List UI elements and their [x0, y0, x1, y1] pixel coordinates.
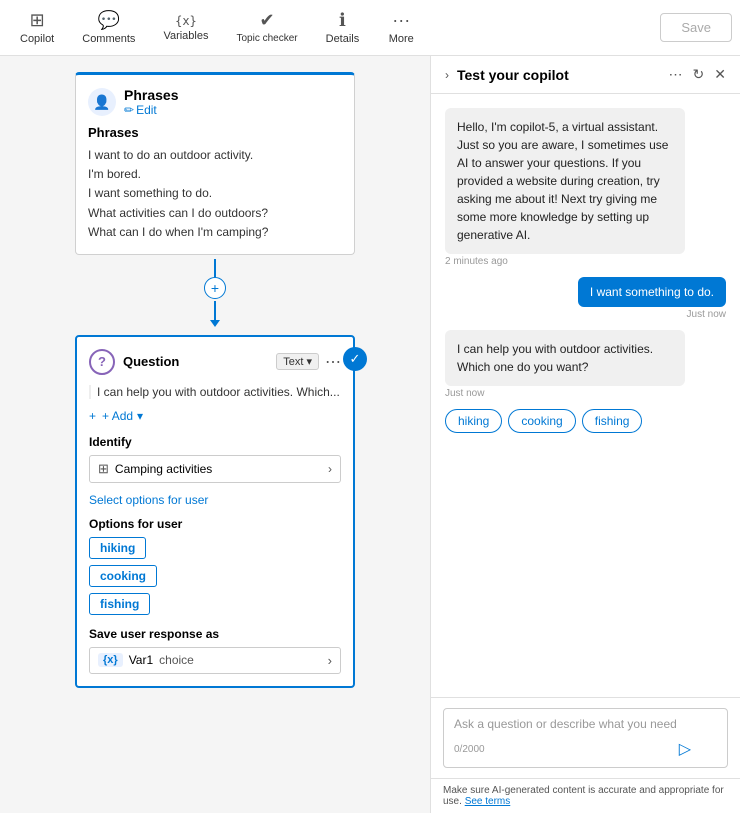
- table-icon: ⊞: [98, 461, 109, 477]
- question-more-button[interactable]: ⋯: [325, 352, 341, 372]
- user-timestamp: Just now: [687, 309, 726, 320]
- chat-option-button[interactable]: hiking: [445, 409, 502, 433]
- expand-icon[interactable]: ›: [445, 68, 449, 82]
- user-message: I want something to do.: [578, 277, 726, 307]
- select-options-link[interactable]: Select options for user: [89, 493, 341, 507]
- more-options-icon[interactable]: ⋯: [669, 66, 683, 83]
- add-connector-button[interactable]: +: [204, 277, 226, 299]
- chat-input-footer: 0/2000 ▷: [454, 739, 691, 759]
- copilot-header: › Test your copilot ⋯ ↻ ✕: [431, 56, 740, 94]
- question-card: ? Question Text ▾ ⋯ ✓ I can help you wit…: [75, 335, 355, 688]
- toolbar-comments[interactable]: 💬 Comments: [70, 6, 147, 49]
- question-icon: ?: [89, 349, 115, 375]
- add-button[interactable]: + + Add ▾: [89, 409, 341, 423]
- bot-timestamp: 2 minutes ago: [445, 256, 726, 267]
- question-card-header: ? Question Text ▾ ⋯: [89, 349, 341, 375]
- chat-input-placeholder[interactable]: Ask a question or describe what you need: [454, 717, 691, 731]
- chevron-down-icon: ▾: [306, 355, 312, 368]
- chat-input-box: Ask a question or describe what you need…: [443, 708, 728, 768]
- toolbar-variables-label: Variables: [163, 30, 208, 42]
- toolbar-topic-checker[interactable]: ✔ Topic checker: [224, 6, 309, 49]
- vert-line-top: [214, 259, 216, 277]
- chat-option-button[interactable]: fishing: [582, 409, 643, 433]
- close-icon[interactable]: ✕: [714, 66, 726, 83]
- phrase-item: I'm bored.: [88, 165, 342, 184]
- chat-area: Hello, I'm copilot-5, a virtual assistan…: [431, 94, 740, 697]
- toolbar-more[interactable]: ··· More: [375, 6, 427, 49]
- phrase-item: What can I do when I'm camping?: [88, 223, 342, 242]
- details-icon: ℹ: [339, 10, 346, 31]
- topic-checker-icon: ✔: [260, 10, 275, 31]
- toolbar-comments-label: Comments: [82, 33, 135, 45]
- main-content: 👤 Phrases ✏ Edit Phrases I want to do an…: [0, 56, 740, 813]
- chat-options: hikingcooking fishing: [445, 409, 726, 433]
- toolbar-topic-checker-label: Topic checker: [236, 33, 297, 45]
- toolbar-copilot[interactable]: ⊞ Copilot: [8, 6, 66, 49]
- refresh-icon[interactable]: ↻: [693, 66, 705, 83]
- var-badge: {x}: [98, 653, 123, 667]
- copilot-icon: ⊞: [30, 10, 45, 31]
- connector-top: +: [204, 259, 226, 321]
- user-message-wrap: I want something to do. Just now: [578, 277, 726, 320]
- toolbar-copilot-label: Copilot: [20, 33, 54, 45]
- option-tag[interactable]: cooking: [89, 565, 157, 587]
- var-type: choice: [159, 653, 194, 667]
- phrase-item: What activities can I do outdoors?: [88, 204, 342, 223]
- question-message: I can help you with outdoor activities. …: [89, 385, 341, 399]
- save-response-label: Save user response as: [89, 627, 341, 641]
- toolbar-details-label: Details: [326, 33, 360, 45]
- chevron-right-icon-save: ›: [328, 653, 332, 668]
- see-terms-link[interactable]: See terms: [465, 796, 511, 807]
- send-button[interactable]: ▷: [679, 739, 691, 759]
- phrase-item: I want to do an outdoor activity.: [88, 146, 342, 165]
- header-icons: ⋯ ↻ ✕: [669, 66, 726, 83]
- save-response-row[interactable]: {x} Var1 choice ›: [89, 647, 341, 674]
- phrase-item: I want something to do.: [88, 184, 342, 203]
- right-panel: › Test your copilot ⋯ ↻ ✕ Hello, I'm cop…: [430, 56, 740, 813]
- save-button[interactable]: Save: [660, 13, 732, 42]
- copilot-title: Test your copilot: [457, 67, 661, 83]
- chevron-right-icon: ›: [328, 462, 332, 476]
- card-header: 👤 Phrases ✏ Edit: [88, 87, 342, 117]
- arrow-down: [214, 301, 216, 321]
- char-count: 0/2000: [454, 744, 485, 755]
- bot-timestamp: Just now: [445, 388, 726, 399]
- pencil-icon: ✏: [124, 103, 134, 117]
- toolbar: ⊞ Copilot 💬 Comments {x} Variables ✔ Top…: [0, 0, 740, 56]
- phrases-card-icon: 👤: [88, 88, 116, 116]
- option-tags: hiking cooking fishing: [89, 537, 341, 615]
- chat-option-button[interactable]: cooking: [508, 409, 575, 433]
- options-label: Options for user: [89, 517, 341, 531]
- chevron-down-icon-add: ▾: [137, 409, 143, 423]
- option-tag[interactable]: fishing: [89, 593, 150, 615]
- bot-message-wrap: Hello, I'm copilot-5, a virtual assistan…: [445, 108, 726, 267]
- edit-link[interactable]: ✏ Edit: [124, 103, 178, 117]
- toolbar-details[interactable]: ℹ Details: [314, 6, 372, 49]
- bot-message: Hello, I'm copilot-5, a virtual assistan…: [445, 108, 685, 254]
- phrases-list: I want to do an outdoor activity.I'm bor…: [88, 146, 342, 242]
- bot-message: I can help you with outdoor activities. …: [445, 330, 685, 386]
- more-icon: ···: [392, 10, 410, 31]
- left-panel: 👤 Phrases ✏ Edit Phrases I want to do an…: [0, 56, 430, 813]
- toolbar-variables[interactable]: {x} Variables: [151, 10, 220, 46]
- var-name: Var1: [129, 653, 153, 667]
- phrases-card: 👤 Phrases ✏ Edit Phrases I want to do an…: [75, 72, 355, 255]
- variables-icon: {x}: [175, 14, 197, 28]
- comments-icon: 💬: [98, 10, 120, 31]
- check-circle-icon: ✓: [343, 347, 367, 371]
- plus-icon: +: [89, 409, 96, 423]
- disclaimer: Make sure AI-generated content is accura…: [431, 778, 740, 813]
- phrases-section-title: Phrases: [88, 125, 342, 140]
- chat-input-area: Ask a question or describe what you need…: [431, 697, 740, 778]
- option-tag[interactable]: hiking: [89, 537, 146, 559]
- identify-row[interactable]: ⊞ Camping activities ›: [89, 455, 341, 483]
- question-title: Question: [123, 354, 276, 369]
- identify-label: Identify: [89, 435, 341, 449]
- question-type-badge[interactable]: Text ▾: [276, 353, 319, 370]
- phrases-card-title: Phrases: [124, 87, 178, 103]
- toolbar-more-label: More: [389, 33, 414, 45]
- bot-message-wrap: I can help you with outdoor activities. …: [445, 330, 726, 399]
